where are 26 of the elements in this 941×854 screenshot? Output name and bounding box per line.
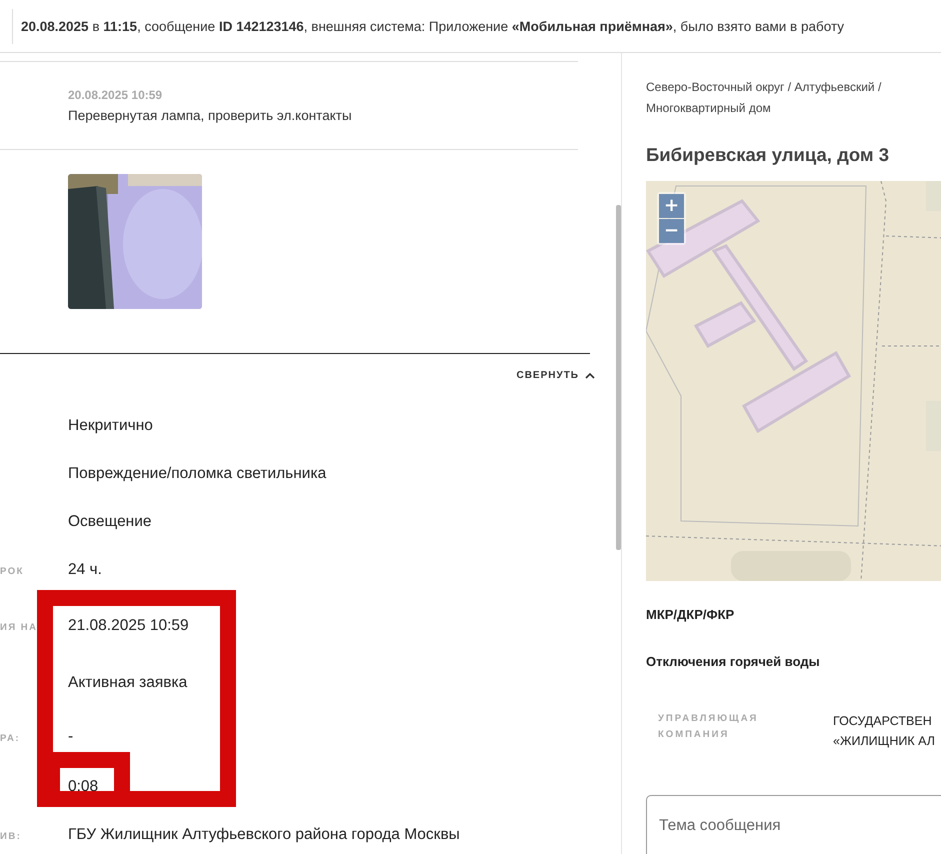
field-value: Активная заявка: [68, 674, 188, 692]
section-heading: МКР/ДКР/ФКР: [646, 607, 736, 622]
field-label: РОК: [0, 566, 24, 577]
field-value: Повреждение/поломка светильника: [68, 465, 326, 483]
field-value: 0:08: [68, 778, 98, 796]
zoom-out-button[interactable]: −: [659, 219, 684, 243]
comment-text: Перевернутая лампа, проверить эл.контакты: [68, 108, 353, 123]
address-title: Бибиревская улица, дом 3: [646, 144, 890, 166]
field-value: Некритично: [68, 417, 153, 435]
address-breadcrumb: Северо-Восточный округ / Алтуфьевский / Многоквартирный дом: [646, 79, 882, 117]
section-heading: Отключения горячей воды: [646, 654, 821, 669]
field-label: УПРАВЛЯЮЩАЯ КОМПАНИЯ: [658, 712, 760, 742]
field-label: ИЯ НА: [0, 622, 38, 633]
comment-date: 20.08.2025 10:59: [68, 88, 164, 102]
field-label: РА:: [0, 733, 20, 744]
field-value: ГОСУДАРСТВЕН «ЖИЛИЩНИК АЛ: [833, 713, 935, 750]
subject-field[interactable]: Тема сообщения: [646, 795, 941, 854]
field-value: -: [68, 728, 74, 746]
field-value: Освещение: [68, 513, 152, 531]
collapse-button[interactable]: СВЕРНУТЬ: [514, 368, 597, 383]
zoom-in-button[interactable]: +: [659, 194, 684, 218]
field-value: ГБУ Жилищник Алтуфьевского района города Москвы: [68, 826, 460, 844]
notification-text: 20.08.2025 в 11:15, сообщение ID 142123146, внешняя система: Приложение «Мобильная приёмная», было взято вами в работу: [12, 8, 844, 44]
field-value: 21.08.2025 10:59: [68, 617, 189, 635]
field-value: 24 ч.: [68, 561, 102, 579]
field-label: ИВ:: [0, 831, 22, 842]
